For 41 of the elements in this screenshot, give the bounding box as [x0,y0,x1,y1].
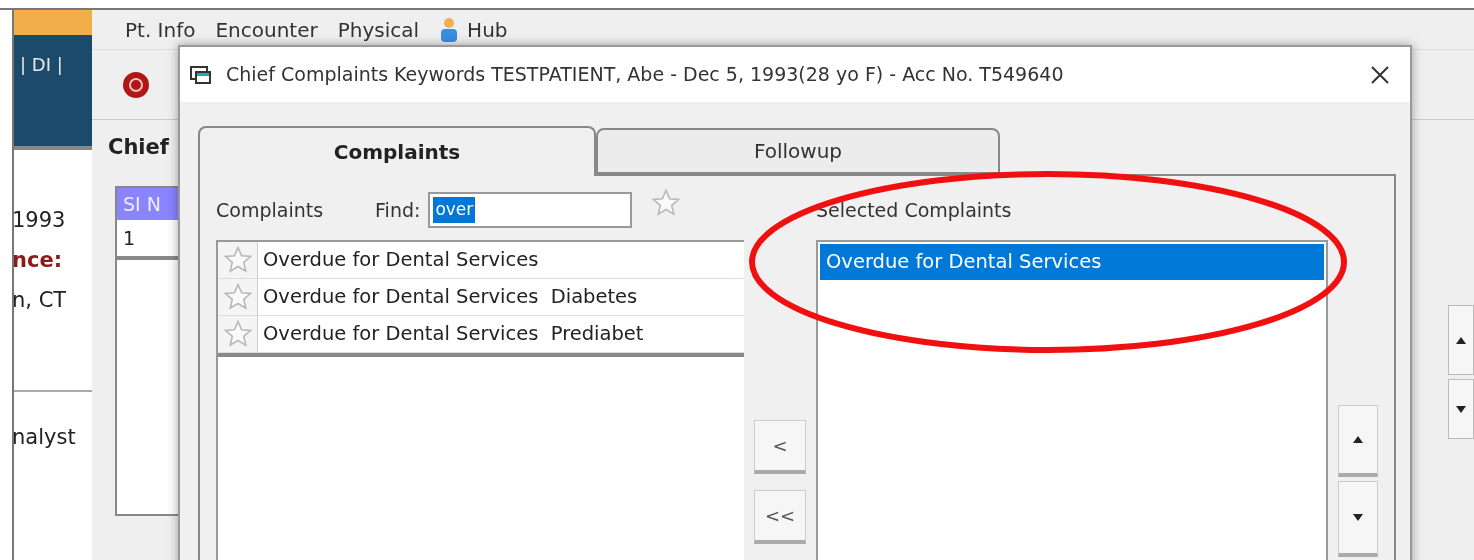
move-button[interactable]: << [754,490,806,544]
star-icon [222,282,253,312]
person-icon [439,16,460,43]
move-down-button[interactable] [1338,481,1378,557]
star-icon [222,245,253,275]
menu-item[interactable]: Physical [337,14,420,45]
move-up-button[interactable] [1338,405,1378,477]
move-button[interactable]: < [754,420,806,474]
tab[interactable]: Complaints [198,126,596,176]
patient-info-text: 1993 [14,207,67,234]
close-icon[interactable] [1370,64,1390,85]
down-arrow-icon [1456,405,1466,413]
menu-item[interactable]: Hub [439,14,508,45]
list-label: Complaints [216,197,324,223]
star-icon [651,188,682,218]
tab[interactable]: Followup [596,128,1000,174]
list-item[interactable]: Overdue for Dental Services [820,244,1324,280]
patient-info-text: n, CT [14,287,68,314]
star-icon [222,319,253,349]
complaint-text: Overdue for Dental Services Prediabet [262,321,644,348]
list-item[interactable]: Overdue for Dental Services [218,242,744,279]
complaint-text: Overdue for Dental Services [262,247,539,274]
complaint-text: Overdue for Dental Services Diabetes [262,284,638,311]
find-label: Find: [375,197,421,223]
section-title: Chief [108,134,169,161]
window-icon [190,64,212,85]
table-cell-text: 1 [122,225,136,251]
alert-icon[interactable] [122,70,150,99]
list-item[interactable]: Overdue for Dental Services Diabetes [218,279,744,316]
header-text: | DI | [20,54,63,75]
up-arrow-icon [1353,436,1363,443]
role-text: nalyst [14,424,77,451]
list-item[interactable]: Overdue for Dental Services Prediabet [218,316,744,353]
find-field[interactable]: over [428,192,633,228]
scroll-down-button[interactable] [1448,379,1474,439]
window-title: Chief Complaints Keywords TESTPATIENT, Abe - Dec 5, 1993(28 yo F) - Acc No. T549640 [226,62,1064,88]
down-arrow-icon [1353,514,1363,521]
menu-item[interactable]: Encounter [215,14,318,45]
up-arrow-icon [1456,336,1466,344]
menu-item[interactable]: Pt. Info [125,14,196,45]
field-label: nce: [14,247,64,274]
